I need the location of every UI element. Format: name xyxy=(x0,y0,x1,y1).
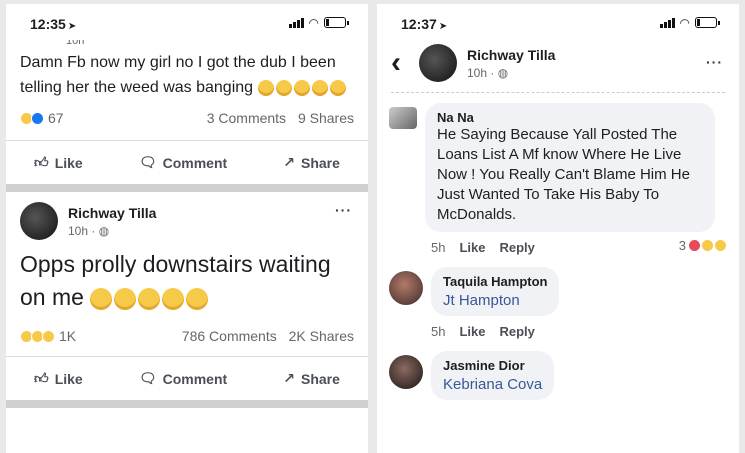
post-time: 10h · xyxy=(467,65,498,80)
comment-bubble-icon: 🗨 xyxy=(138,154,157,170)
back-button[interactable]: ‹ xyxy=(391,48,419,78)
author-name[interactable]: Richway Tilla xyxy=(68,205,156,221)
location-arrow-icon: ➤ xyxy=(438,21,448,32)
status-time: 12:37 xyxy=(401,16,437,32)
share-arrow-icon: ↗ xyxy=(283,154,295,170)
share-arrow-icon: ↗ xyxy=(283,370,295,386)
avatar[interactable] xyxy=(419,44,457,82)
love-reaction-icon xyxy=(688,239,701,252)
post2-reactions: 1K 786 Comments 2K Shares xyxy=(6,326,368,346)
post2-header: Richway Tilla 10h · ◍ ··· xyxy=(6,192,368,246)
crying-laughing-emoji-icon xyxy=(114,287,137,310)
commenter-name[interactable]: Na Na xyxy=(437,110,703,125)
right-screenshot: 12:37 ➤ ◠ ‹ Richway Tilla 10h · ◍ ··· Na … xyxy=(377,4,739,453)
crying-laughing-emoji-icon xyxy=(138,287,161,310)
share-button[interactable]: ↗ Share xyxy=(283,370,340,387)
comment-text: He Saying Because Yall Posted The Loans … xyxy=(437,126,690,223)
post1-actions: 👍︎ Like 🗨 Comment ↗ Share xyxy=(6,140,368,184)
comment-reply-button[interactable]: Reply xyxy=(499,240,534,255)
comment-like-button[interactable]: Like xyxy=(459,324,485,339)
crying-laughing-emoji-icon xyxy=(275,79,292,96)
like-button[interactable]: 👍︎ Like xyxy=(34,154,83,171)
commenter-avatar[interactable] xyxy=(389,107,417,129)
comment-age: 5h xyxy=(431,324,446,339)
wifi-icon: ◠ xyxy=(679,15,690,30)
post2-reaction-summary[interactable]: 1K xyxy=(20,328,76,344)
haha-reaction-icon xyxy=(701,239,714,252)
sad-reaction-icon xyxy=(714,239,727,252)
shares-count[interactable]: 2K Shares xyxy=(289,328,354,344)
post-divider xyxy=(6,400,368,408)
comment-reply-button[interactable]: Reply xyxy=(499,324,534,339)
comment-age: 5h xyxy=(431,240,446,255)
tagged-user-link[interactable]: Jt Hampton xyxy=(443,292,547,309)
commenter-name[interactable]: Taquila Hampton xyxy=(443,274,547,289)
cut-off-header: 10h xyxy=(66,40,85,46)
battery-icon xyxy=(695,17,720,28)
comment-bubble: Na Na He Saying Because Yall Posted The … xyxy=(425,103,715,232)
more-options-button[interactable]: ··· xyxy=(706,54,723,70)
tagged-user-link[interactable]: Kebriana Cova xyxy=(443,376,542,393)
post-divider xyxy=(6,184,368,192)
avatar[interactable] xyxy=(20,202,58,240)
crying-laughing-emoji-icon xyxy=(186,287,209,310)
shares-count[interactable]: 9 Shares xyxy=(298,110,354,126)
comments-count[interactable]: 786 Comments xyxy=(182,328,277,344)
status-bar: 12:35 ➤ ◠ xyxy=(6,4,368,40)
crying-laughing-emoji-icon xyxy=(162,287,185,310)
truncated-separator xyxy=(391,92,725,93)
comments-count[interactable]: 3 Comments xyxy=(207,110,286,126)
signal-icon xyxy=(659,17,675,28)
like-button[interactable]: 👍︎ Like xyxy=(34,370,83,387)
commenter-avatar[interactable] xyxy=(389,271,423,305)
comment-bubble-icon: 🗨 xyxy=(138,370,157,386)
globe-icon: ◍ xyxy=(98,223,110,238)
crying-laughing-emoji-icon xyxy=(329,79,346,96)
commenter-avatar[interactable] xyxy=(389,355,423,389)
left-screenshot: 12:35 ➤ ◠ 10h Damn Fb now my girl no I go… xyxy=(6,4,368,453)
comment-meta: 5h Like Reply 3 xyxy=(377,238,739,255)
crying-laughing-emoji-icon xyxy=(257,79,274,96)
comment-like-button[interactable]: Like xyxy=(459,240,485,255)
status-time: 12:35 xyxy=(30,16,66,32)
comment-reaction-summary[interactable]: 3 xyxy=(678,238,727,253)
comment-button[interactable]: 🗨 Comment xyxy=(139,154,227,171)
like-reaction-icon xyxy=(31,111,44,125)
post-time: 10h · xyxy=(68,223,99,238)
comment-meta: 5h Like Reply xyxy=(377,324,739,339)
author-name[interactable]: Richway Tilla xyxy=(467,47,555,63)
reaction-count: 1K xyxy=(59,328,77,344)
commenter-name[interactable]: Jasmine Dior xyxy=(443,358,542,373)
comment-button[interactable]: 🗨 Comment xyxy=(139,370,227,387)
comment-reaction-count: 3 xyxy=(678,238,686,253)
battery-icon xyxy=(324,17,349,28)
comment: Taquila Hampton Jt Hampton xyxy=(377,267,739,316)
comment: Jasmine Dior Kebriana Cova xyxy=(377,351,739,400)
signal-icon xyxy=(288,17,304,28)
reaction-count: 67 xyxy=(48,110,64,126)
location-arrow-icon: ➤ xyxy=(67,21,77,32)
crying-laughing-emoji-icon xyxy=(293,79,310,96)
comment-bubble: Taquila Hampton Jt Hampton xyxy=(431,267,560,316)
comment: Na Na He Saying Because Yall Posted The … xyxy=(377,103,739,232)
globe-icon: ◍ xyxy=(497,65,509,80)
wow-reaction-icon xyxy=(42,329,55,343)
comment-bubble: Jasmine Dior Kebriana Cova xyxy=(431,351,555,400)
more-options-button[interactable]: ··· xyxy=(335,202,352,218)
post-header: ‹ Richway Tilla 10h · ◍ ··· xyxy=(377,40,739,88)
share-button[interactable]: ↗ Share xyxy=(283,154,340,171)
post1-reactions: 67 3 Comments 9 Shares xyxy=(6,108,368,128)
post1-reaction-summary[interactable]: 67 xyxy=(20,110,64,126)
thumbs-up-icon: 👍︎ xyxy=(34,154,49,170)
crying-laughing-emoji-icon xyxy=(90,287,113,310)
thumbs-up-icon: 👍︎ xyxy=(34,370,49,386)
wifi-icon: ◠ xyxy=(308,15,319,30)
post2-actions: 👍︎ Like 🗨 Comment ↗ Share xyxy=(6,356,368,400)
crying-laughing-emoji-icon xyxy=(311,79,328,96)
status-bar: 12:37 ➤ ◠ xyxy=(377,4,739,40)
